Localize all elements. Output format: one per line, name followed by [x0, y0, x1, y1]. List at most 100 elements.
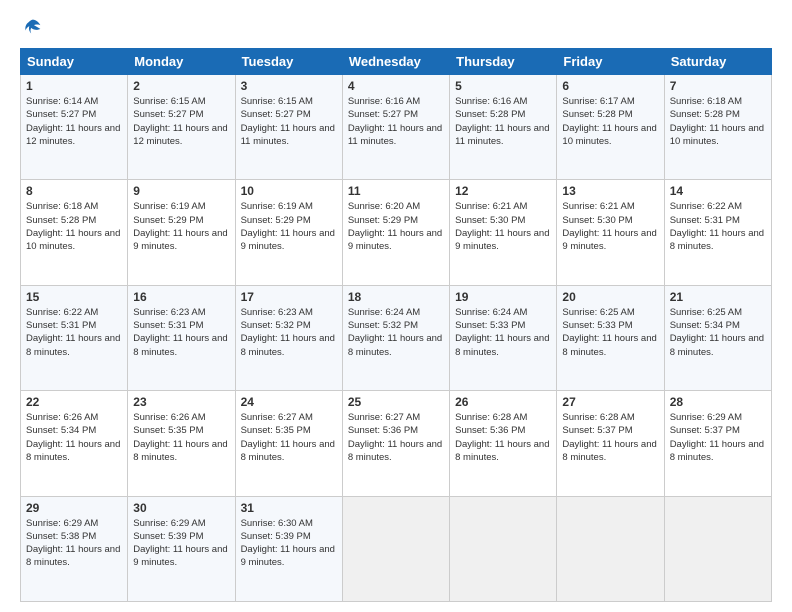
calendar-cell: 25 Sunrise: 6:27 AMSunset: 5:36 PMDayligh…: [342, 391, 449, 496]
calendar-cell: [450, 496, 557, 601]
calendar-cell: 16 Sunrise: 6:23 AMSunset: 5:31 PMDayligh…: [128, 285, 235, 390]
week-row-0: 1Sunrise: 6:14 AMSunset: 5:27 PMDaylight…: [21, 75, 772, 180]
calendar-cell: 11 Sunrise: 6:20 AMSunset: 5:29 PMDayligh…: [342, 180, 449, 285]
cell-content: Sunrise: 6:29 AMSunset: 5:38 PMDaylight:…: [26, 517, 122, 570]
cell-content: Sunrise: 6:27 AMSunset: 5:36 PMDaylight:…: [348, 411, 444, 464]
day-number: 31: [241, 501, 337, 515]
calendar-cell: [557, 496, 664, 601]
day-number: 22: [26, 395, 122, 409]
header-friday: Friday: [557, 49, 664, 75]
logo-bird-icon: [22, 16, 44, 38]
calendar-cell: 27 Sunrise: 6:28 AMSunset: 5:37 PMDayligh…: [557, 391, 664, 496]
calendar-cell: [342, 496, 449, 601]
cell-content: Sunrise: 6:21 AMSunset: 5:30 PMDaylight:…: [455, 200, 551, 253]
cell-content: Sunrise: 6:20 AMSunset: 5:29 PMDaylight:…: [348, 200, 444, 253]
header-thursday: Thursday: [450, 49, 557, 75]
calendar-cell: 31 Sunrise: 6:30 AMSunset: 5:39 PMDayligh…: [235, 496, 342, 601]
cell-content: Sunrise: 6:19 AMSunset: 5:29 PMDaylight:…: [241, 200, 337, 253]
day-number: 17: [241, 290, 337, 304]
header-row: Sunday Monday Tuesday Wednesday Thursday…: [21, 49, 772, 75]
day-number: 21: [670, 290, 766, 304]
cell-content: Sunrise: 6:30 AMSunset: 5:39 PMDaylight:…: [241, 517, 337, 570]
day-number: 19: [455, 290, 551, 304]
cell-content: Sunrise: 6:15 AMSunset: 5:27 PMDaylight:…: [133, 95, 229, 148]
cell-content: Sunrise: 6:14 AMSunset: 5:27 PMDaylight:…: [26, 95, 122, 148]
cell-content: Sunrise: 6:19 AMSunset: 5:29 PMDaylight:…: [133, 200, 229, 253]
cell-content: Sunrise: 6:29 AMSunset: 5:37 PMDaylight:…: [670, 411, 766, 464]
day-number: 29: [26, 501, 122, 515]
calendar-cell: 29 Sunrise: 6:29 AMSunset: 5:38 PMDayligh…: [21, 496, 128, 601]
header-wednesday: Wednesday: [342, 49, 449, 75]
calendar-cell: 1Sunrise: 6:14 AMSunset: 5:27 PMDaylight…: [21, 75, 128, 180]
week-row-2: 15 Sunrise: 6:22 AMSunset: 5:31 PMDayligh…: [21, 285, 772, 390]
day-number: 8: [26, 184, 122, 198]
day-number: 11: [348, 184, 444, 198]
cell-content: Sunrise: 6:25 AMSunset: 5:33 PMDaylight:…: [562, 306, 658, 359]
calendar-cell: 17Sunrise: 6:23 AMSunset: 5:32 PMDayligh…: [235, 285, 342, 390]
day-number: 24: [241, 395, 337, 409]
calendar-cell: 8 Sunrise: 6:18 AMSunset: 5:28 PMDaylight…: [21, 180, 128, 285]
day-number: 25: [348, 395, 444, 409]
cell-content: Sunrise: 6:28 AMSunset: 5:37 PMDaylight:…: [562, 411, 658, 464]
calendar-cell: 23Sunrise: 6:26 AMSunset: 5:35 PMDayligh…: [128, 391, 235, 496]
calendar-cell: 21Sunrise: 6:25 AMSunset: 5:34 PMDayligh…: [664, 285, 771, 390]
calendar-cell: 18 Sunrise: 6:24 AMSunset: 5:32 PMDayligh…: [342, 285, 449, 390]
calendar-cell: 2Sunrise: 6:15 AMSunset: 5:27 PMDaylight…: [128, 75, 235, 180]
cell-content: Sunrise: 6:28 AMSunset: 5:36 PMDaylight:…: [455, 411, 551, 464]
day-number: 28: [670, 395, 766, 409]
calendar-cell: 10 Sunrise: 6:19 AMSunset: 5:29 PMDayligh…: [235, 180, 342, 285]
day-number: 9: [133, 184, 229, 198]
page: Sunday Monday Tuesday Wednesday Thursday…: [0, 0, 792, 612]
calendar-cell: 7Sunrise: 6:18 AMSunset: 5:28 PMDaylight…: [664, 75, 771, 180]
cell-content: Sunrise: 6:27 AMSunset: 5:35 PMDaylight:…: [241, 411, 337, 464]
cell-content: Sunrise: 6:22 AMSunset: 5:31 PMDaylight:…: [670, 200, 766, 253]
cell-content: Sunrise: 6:24 AMSunset: 5:33 PMDaylight:…: [455, 306, 551, 359]
cell-content: Sunrise: 6:24 AMSunset: 5:32 PMDaylight:…: [348, 306, 444, 359]
week-row-3: 22 Sunrise: 6:26 AMSunset: 5:34 PMDayligh…: [21, 391, 772, 496]
calendar-cell: 4Sunrise: 6:16 AMSunset: 5:27 PMDaylight…: [342, 75, 449, 180]
day-number: 12: [455, 184, 551, 198]
cell-content: Sunrise: 6:16 AMSunset: 5:27 PMDaylight:…: [348, 95, 444, 148]
day-number: 3: [241, 79, 337, 93]
cell-content: Sunrise: 6:26 AMSunset: 5:35 PMDaylight:…: [133, 411, 229, 464]
cell-content: Sunrise: 6:17 AMSunset: 5:28 PMDaylight:…: [562, 95, 658, 148]
cell-content: Sunrise: 6:23 AMSunset: 5:31 PMDaylight:…: [133, 306, 229, 359]
day-number: 15: [26, 290, 122, 304]
calendar-cell: 15 Sunrise: 6:22 AMSunset: 5:31 PMDayligh…: [21, 285, 128, 390]
logo: [20, 16, 44, 38]
calendar-cell: 19 Sunrise: 6:24 AMSunset: 5:33 PMDayligh…: [450, 285, 557, 390]
header: [20, 16, 772, 38]
day-number: 7: [670, 79, 766, 93]
cell-content: Sunrise: 6:26 AMSunset: 5:34 PMDaylight:…: [26, 411, 122, 464]
cell-content: Sunrise: 6:22 AMSunset: 5:31 PMDaylight:…: [26, 306, 122, 359]
week-row-1: 8 Sunrise: 6:18 AMSunset: 5:28 PMDaylight…: [21, 180, 772, 285]
day-number: 6: [562, 79, 658, 93]
day-number: 16: [133, 290, 229, 304]
cell-content: Sunrise: 6:18 AMSunset: 5:28 PMDaylight:…: [26, 200, 122, 253]
calendar-cell: 6 Sunrise: 6:17 AMSunset: 5:28 PMDaylight…: [557, 75, 664, 180]
calendar-cell: 9 Sunrise: 6:19 AMSunset: 5:29 PMDaylight…: [128, 180, 235, 285]
calendar-cell: 12 Sunrise: 6:21 AMSunset: 5:30 PMDayligh…: [450, 180, 557, 285]
header-sunday: Sunday: [21, 49, 128, 75]
calendar-cell: 26Sunrise: 6:28 AMSunset: 5:36 PMDayligh…: [450, 391, 557, 496]
calendar-cell: 5 Sunrise: 6:16 AMSunset: 5:28 PMDaylight…: [450, 75, 557, 180]
day-number: 5: [455, 79, 551, 93]
day-number: 18: [348, 290, 444, 304]
header-saturday: Saturday: [664, 49, 771, 75]
cell-content: Sunrise: 6:16 AMSunset: 5:28 PMDaylight:…: [455, 95, 551, 148]
cell-content: Sunrise: 6:15 AMSunset: 5:27 PMDaylight:…: [241, 95, 337, 148]
header-tuesday: Tuesday: [235, 49, 342, 75]
day-number: 10: [241, 184, 337, 198]
day-number: 20: [562, 290, 658, 304]
calendar-cell: 20 Sunrise: 6:25 AMSunset: 5:33 PMDayligh…: [557, 285, 664, 390]
header-monday: Monday: [128, 49, 235, 75]
calendar-cell: 22 Sunrise: 6:26 AMSunset: 5:34 PMDayligh…: [21, 391, 128, 496]
calendar-cell: 3 Sunrise: 6:15 AMSunset: 5:27 PMDaylight…: [235, 75, 342, 180]
calendar-table: Sunday Monday Tuesday Wednesday Thursday…: [20, 48, 772, 602]
calendar-cell: 30Sunrise: 6:29 AMSunset: 5:39 PMDayligh…: [128, 496, 235, 601]
cell-content: Sunrise: 6:29 AMSunset: 5:39 PMDaylight:…: [133, 517, 229, 570]
day-number: 13: [562, 184, 658, 198]
day-number: 27: [562, 395, 658, 409]
cell-content: Sunrise: 6:21 AMSunset: 5:30 PMDaylight:…: [562, 200, 658, 253]
calendar-cell: 14Sunrise: 6:22 AMSunset: 5:31 PMDayligh…: [664, 180, 771, 285]
